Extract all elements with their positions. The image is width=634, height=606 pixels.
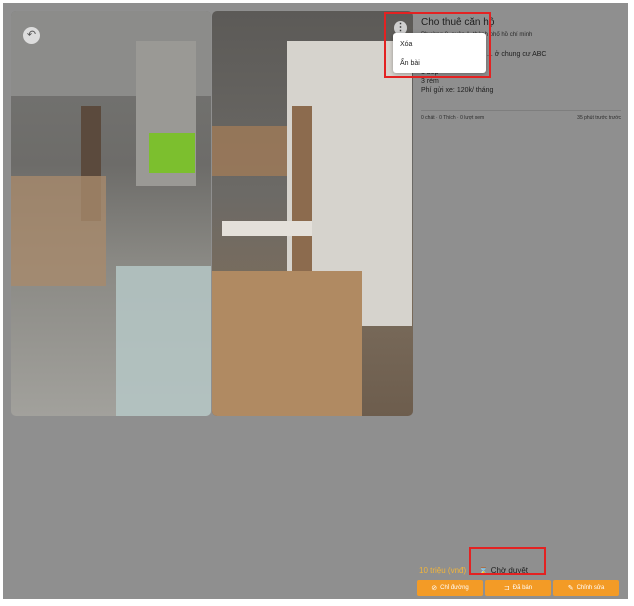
compass-icon: ⊘ — [431, 585, 438, 592]
edit-button[interactable]: ✎ Chỉnh sửa — [553, 580, 619, 596]
desc-line: Phí gửi xe: 120k/ tháng — [421, 87, 494, 94]
listing-stats-row: 0 chát · 0 Thích · 0 lượt xem 35 phút tr… — [421, 115, 621, 121]
price: 10 triệu (vnđ) — [419, 566, 467, 575]
back-button[interactable]: ↶ — [23, 27, 40, 44]
dining-chairs — [11, 176, 106, 286]
pencil-icon: ✎ — [567, 585, 574, 592]
posted-time: 35 phút trước trước — [577, 115, 621, 121]
mark-sold-button[interactable]: ⊐ Đã bán — [485, 580, 551, 596]
highlight-box-menu — [384, 12, 491, 78]
listing-photo-2[interactable] — [212, 11, 413, 416]
engagement-stats: 0 chát · 0 Thích · 0 lượt xem — [421, 115, 485, 121]
tag-icon: ⊐ — [503, 585, 510, 592]
edit-label: Chỉnh sửa — [576, 585, 605, 591]
highlight-box-status — [469, 547, 546, 575]
desc-line: 3 rèm — [421, 78, 439, 85]
directions-label: Chỉ đường — [440, 585, 469, 591]
bed-frame — [212, 271, 362, 416]
listing-photo-1[interactable]: ↶ — [11, 11, 211, 416]
bed-mattress — [116, 266, 211, 416]
listing-detail-overlay: ↶ ⋮ Cho thuê căn hộ Phường 8, quận 1, th… — [3, 3, 628, 599]
divider — [421, 110, 621, 111]
wall-shelf — [212, 126, 287, 176]
desk — [222, 221, 312, 236]
directions-button[interactable]: ⊘ Chỉ đường — [417, 580, 483, 596]
green-backsplash — [149, 133, 195, 173]
sold-label: Đã bán — [512, 585, 533, 591]
back-arrow-icon: ↶ — [26, 29, 37, 41]
